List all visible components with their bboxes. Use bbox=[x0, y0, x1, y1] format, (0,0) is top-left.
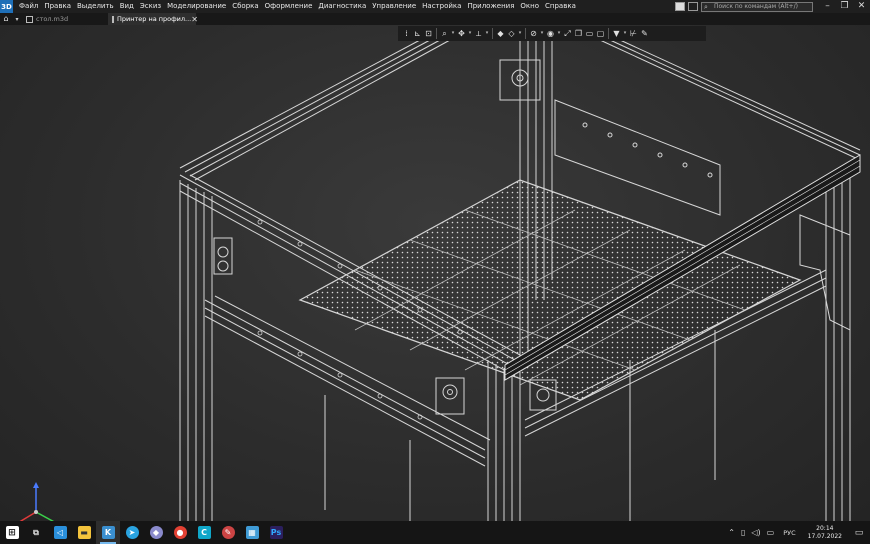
toolbar-separator bbox=[608, 28, 609, 39]
zoom-icon[interactable]: ⌕ bbox=[439, 28, 450, 39]
telegram-icon[interactable]: ➤ bbox=[120, 521, 144, 544]
left-pulley bbox=[213, 237, 233, 275]
y-axis-line bbox=[35, 511, 55, 521]
part-file-icon bbox=[26, 15, 33, 23]
tab-printer[interactable]: Принтер на профил... ✕ bbox=[108, 13, 198, 25]
measure-icon[interactable]: ⊬ bbox=[628, 28, 639, 39]
command-search-placeholder: Поиск по командам (Alt+/) bbox=[714, 2, 798, 10]
menu-assembly[interactable]: Сборка bbox=[229, 0, 261, 13]
windows-taskbar: ⊞ ⧉ ◁ ▬ K ➤ ◆ ● C ✎ ▦ Ps ⌃ ▯ ◁) ▭ РУС 20… bbox=[0, 521, 870, 544]
z-axis-arrow bbox=[33, 482, 39, 488]
fit-icon[interactable]: ⊡ bbox=[423, 28, 434, 39]
menu-sketch[interactable]: Эскиз bbox=[137, 0, 164, 13]
hide-icon[interactable]: ◉ bbox=[545, 28, 556, 39]
orientation-icon[interactable]: ⊾ bbox=[412, 28, 423, 39]
notification-icon[interactable]: ▭ bbox=[848, 528, 870, 538]
camera-icon[interactable] bbox=[688, 2, 698, 11]
cube-view-icon[interactable]: ◇ bbox=[506, 28, 517, 39]
z-carriage-plate bbox=[554, 99, 721, 216]
clock[interactable]: 20:14 17.07.2022 bbox=[808, 525, 842, 541]
menu-select[interactable]: Выделить bbox=[74, 0, 117, 13]
menu-diagnostics[interactable]: Диагностика bbox=[315, 0, 369, 13]
windows-start-icon[interactable]: ⊞ bbox=[0, 521, 24, 544]
minimize-button[interactable]: – bbox=[819, 0, 836, 13]
printer-wireframe-model[interactable] bbox=[0, 25, 870, 521]
file-explorer-icon[interactable]: ▬ bbox=[72, 521, 96, 544]
task-view-icon[interactable]: ⧉ bbox=[24, 521, 48, 544]
pan-icon[interactable]: ✥ bbox=[456, 28, 467, 39]
close-window-button[interactable]: ✕ bbox=[853, 0, 870, 13]
right-vertical-post bbox=[825, 178, 851, 521]
toolbar-separator bbox=[525, 28, 526, 39]
copy-view-icon[interactable]: ❐ bbox=[573, 28, 584, 39]
front-corner-post bbox=[487, 360, 521, 521]
menu-right-controls: ⌕ Поиск по командам (Alt+/) – ❐ ✕ bbox=[675, 0, 870, 13]
top-back-right-rail bbox=[599, 39, 861, 161]
chrome-icon[interactable]: ● bbox=[168, 521, 192, 544]
cura-icon[interactable]: C bbox=[192, 521, 216, 544]
top-back-left-rail bbox=[179, 39, 451, 181]
menu-appearance[interactable]: Оформление bbox=[262, 0, 316, 13]
toolbar-separator bbox=[492, 28, 493, 39]
clock-time: 20:14 bbox=[816, 524, 834, 532]
volume-icon[interactable]: ◁) bbox=[751, 528, 760, 537]
menu-bar: 3D Файл Правка Выделить Вид Эскиз Модели… bbox=[0, 0, 870, 13]
command-search-input[interactable]: ⌕ Поиск по командам (Alt+/) bbox=[701, 1, 813, 12]
page-icon[interactable]: ▭ bbox=[584, 28, 595, 39]
chevron-up-icon[interactable]: ⌃ bbox=[728, 528, 735, 537]
menu-help[interactable]: Справка bbox=[542, 0, 579, 13]
app-icon[interactable]: ◆ bbox=[144, 521, 168, 544]
tab-dropdown-icon[interactable]: ▾ bbox=[12, 16, 22, 23]
front-left-post bbox=[179, 180, 213, 521]
tab-stol[interactable]: стол.m3d bbox=[22, 13, 108, 25]
pen-icon[interactable]: ✎ bbox=[639, 28, 650, 39]
menu-view[interactable]: Вид bbox=[117, 0, 137, 13]
clock-date: 17.07.2022 bbox=[807, 532, 842, 540]
display-style-icon[interactable]: ◆ bbox=[495, 28, 506, 39]
menu-management[interactable]: Управление bbox=[369, 0, 419, 13]
axis-triad bbox=[19, 482, 55, 521]
close-tab-icon[interactable]: ✕ bbox=[191, 15, 198, 24]
perspective-icon[interactable]: ⤢ bbox=[562, 28, 573, 39]
language-indicator[interactable]: РУС bbox=[783, 529, 795, 537]
vscode-icon[interactable]: ◁ bbox=[48, 521, 72, 544]
document-tab-bar: ⌂ ▾ стол.m3d Принтер на профил... ✕ bbox=[0, 13, 870, 25]
view-settings-icon[interactable]: ⁞ bbox=[401, 28, 412, 39]
search-icon: ⌕ bbox=[704, 2, 708, 11]
menu-items: Файл Правка Выделить Вид Эскиз Моделиров… bbox=[16, 0, 579, 13]
kompas3d-icon[interactable]: K bbox=[96, 521, 120, 544]
origin-point bbox=[34, 510, 38, 514]
visibility-icon[interactable]: ⊘ bbox=[528, 28, 539, 39]
section-icon[interactable]: ⟂ bbox=[473, 28, 484, 39]
assembly-file-icon bbox=[112, 15, 114, 23]
filter-icon[interactable]: ▼ bbox=[611, 28, 622, 39]
menu-window[interactable]: Окно bbox=[517, 0, 542, 13]
usb-icon[interactable]: ▯ bbox=[741, 528, 745, 537]
toolbar-separator bbox=[436, 28, 437, 39]
network-icon[interactable]: ▭ bbox=[767, 528, 775, 537]
menu-edit[interactable]: Правка bbox=[41, 0, 74, 13]
menu-modeling[interactable]: Моделирование bbox=[164, 0, 229, 13]
x-axis-line bbox=[19, 511, 37, 521]
view-toolbar: ⁞ ⊾ ⊡ ⌕ ▾ ✥ ▾ ⟂ ▾ ◆ ◇ ▾ ⊘ ▾ ◉ ▾ ⤢ ❐ ▭ ▢ … bbox=[398, 26, 706, 41]
paint-icon[interactable]: ✎ bbox=[216, 521, 240, 544]
tab-label: стол.m3d bbox=[36, 15, 69, 23]
kompas-app-logo[interactable]: 3D bbox=[0, 0, 13, 13]
chevron-down-icon[interactable]: ▾ bbox=[484, 28, 490, 39]
heated-bed bbox=[298, 179, 802, 401]
3d-viewport[interactable]: ⁞ ⊾ ⊡ ⌕ ▾ ✥ ▾ ⟂ ▾ ◆ ◇ ▾ ⊘ ▾ ◉ ▾ ⤢ ❐ ▭ ▢ … bbox=[0, 25, 870, 521]
photoshop-icon[interactable]: Ps bbox=[264, 521, 288, 544]
menu-applications[interactable]: Приложения bbox=[464, 0, 517, 13]
home-icon[interactable]: ⌂ bbox=[0, 13, 12, 25]
menu-file[interactable]: Файл bbox=[16, 0, 41, 13]
restore-button[interactable]: ❐ bbox=[836, 0, 853, 13]
tab-label: Принтер на профил... bbox=[117, 15, 192, 23]
system-tray: ⌃ ▯ ◁) ▭ РУС 20:14 17.07.2022 ▭ bbox=[725, 521, 870, 544]
layout-toggle-icon[interactable] bbox=[675, 2, 685, 11]
frame-icon[interactable]: ▢ bbox=[595, 28, 606, 39]
chevron-down-icon[interactable]: ▾ bbox=[517, 28, 523, 39]
menu-settings[interactable]: Настройка bbox=[419, 0, 464, 13]
calculator-icon[interactable]: ▦ bbox=[240, 521, 264, 544]
